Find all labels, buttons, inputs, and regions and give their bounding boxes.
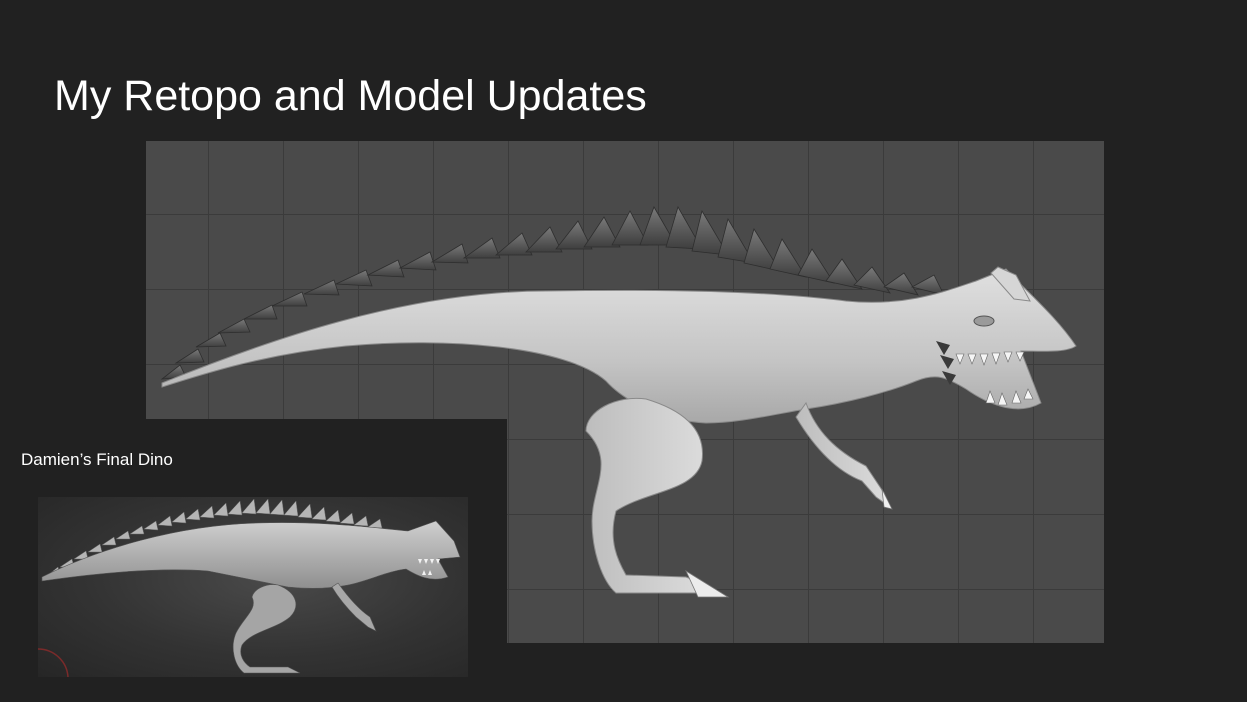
slide-title: My Retopo and Model Updates — [54, 72, 647, 120]
reference-image — [38, 497, 468, 677]
eye — [973, 315, 995, 327]
dinosaur-arm — [795, 401, 892, 509]
reference-dinosaur-render — [38, 498, 461, 677]
dinosaur-leg — [585, 397, 707, 594]
reference-caption: Damien’s Final Dino — [21, 450, 173, 469]
slide: My Retopo and Model Updates Damien’s Fin… — [0, 0, 1247, 702]
arm-claws — [881, 488, 893, 510]
